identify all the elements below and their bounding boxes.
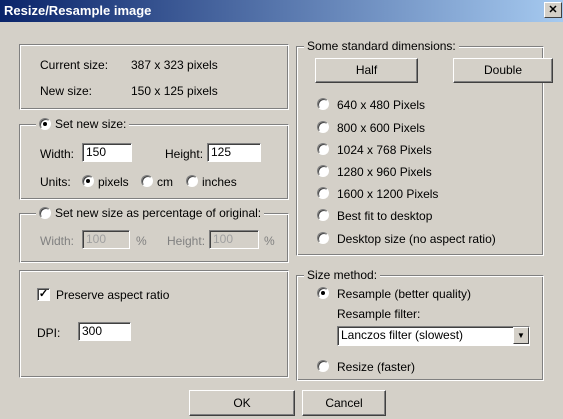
- dim-1280-radio[interactable]: [317, 165, 329, 177]
- dpi-label: DPI:: [37, 326, 61, 340]
- double-button[interactable]: Double: [453, 58, 553, 83]
- dim-1024-label[interactable]: 1024 x 768 Pixels: [337, 143, 432, 157]
- new-size-value: 150 x 125 pixels: [131, 84, 218, 98]
- dim-1280-label[interactable]: 1280 x 960 Pixels: [337, 165, 432, 179]
- unit-inches-radio[interactable]: [186, 175, 198, 187]
- percentage-label: Set new size as percentage of original:: [55, 206, 262, 220]
- percent-height-unit: %: [264, 234, 275, 248]
- standard-dimensions-legend: Some standard dimensions:: [304, 39, 459, 53]
- resize-radio[interactable]: [317, 360, 329, 372]
- current-size-value: 387 x 323 pixels: [131, 58, 218, 72]
- title-bar: Resize/Resample image ✕: [0, 0, 563, 22]
- dim-1600-radio[interactable]: [317, 187, 329, 199]
- set-new-size-radio[interactable]: [39, 118, 51, 130]
- dim-800-label[interactable]: 800 x 600 Pixels: [337, 121, 425, 135]
- dim-1600-label[interactable]: 1600 x 1200 Pixels: [337, 187, 438, 201]
- desktop-size-radio[interactable]: [317, 232, 329, 244]
- size-info-group: [19, 44, 289, 110]
- height-input[interactable]: 125: [207, 143, 261, 162]
- percent-height-label: Height:: [167, 234, 206, 248]
- dim-640-radio[interactable]: [317, 98, 329, 110]
- percent-width-input[interactable]: 100: [82, 230, 130, 249]
- width-label: Width:: [40, 147, 75, 161]
- dim-1024-radio[interactable]: [317, 143, 329, 155]
- set-new-size-legend[interactable]: Set new size:: [36, 116, 130, 131]
- chevron-down-icon[interactable]: ▼: [513, 327, 529, 344]
- percent-height-input[interactable]: 100: [209, 230, 259, 249]
- resample-filter-label: Resample filter:: [337, 307, 421, 321]
- best-fit-radio[interactable]: [317, 209, 329, 221]
- desktop-size-label[interactable]: Desktop size (no aspect ratio): [337, 232, 496, 246]
- resize-label[interactable]: Resize (faster): [337, 360, 415, 374]
- height-label: Height:: [165, 147, 204, 161]
- percentage-radio[interactable]: [39, 207, 51, 219]
- unit-cm-label[interactable]: cm: [157, 175, 173, 189]
- dpi-input[interactable]: 300: [78, 322, 131, 341]
- resample-filter-select[interactable]: Lanczos filter (slowest) ▼: [337, 326, 530, 346]
- percentage-legend[interactable]: Set new size as percentage of original:: [36, 205, 265, 220]
- set-new-size-label: Set new size:: [55, 117, 127, 131]
- close-icon[interactable]: ✕: [544, 2, 562, 18]
- unit-inches-label[interactable]: inches: [202, 175, 237, 189]
- width-input[interactable]: 150: [82, 143, 132, 162]
- preserve-aspect-label[interactable]: Preserve aspect ratio: [56, 288, 169, 302]
- current-size-label: Current size:: [40, 58, 109, 72]
- options-group: [19, 270, 289, 378]
- preserve-aspect-checkbox[interactable]: ✓: [37, 288, 50, 301]
- ok-button[interactable]: OK: [189, 390, 295, 416]
- units-label: Units:: [40, 175, 71, 189]
- half-button[interactable]: Half: [315, 58, 418, 83]
- resample-filter-value: Lanczos filter (slowest): [341, 328, 464, 342]
- percent-width-label: Width:: [40, 234, 75, 248]
- new-size-label: New size:: [40, 84, 93, 98]
- resample-label[interactable]: Resample (better quality): [337, 287, 471, 301]
- dim-640-label[interactable]: 640 x 480 Pixels: [337, 98, 425, 112]
- size-method-legend: Size method:: [304, 268, 381, 282]
- cancel-button[interactable]: Cancel: [302, 390, 386, 416]
- unit-pixels-label[interactable]: pixels: [98, 175, 129, 189]
- unit-cm-radio[interactable]: [141, 175, 153, 187]
- resample-radio[interactable]: [317, 287, 329, 299]
- unit-pixels-radio[interactable]: [82, 175, 94, 187]
- percent-width-unit: %: [136, 234, 147, 248]
- best-fit-label[interactable]: Best fit to desktop: [337, 209, 432, 223]
- window-title: Resize/Resample image: [4, 3, 152, 18]
- dim-800-radio[interactable]: [317, 121, 329, 133]
